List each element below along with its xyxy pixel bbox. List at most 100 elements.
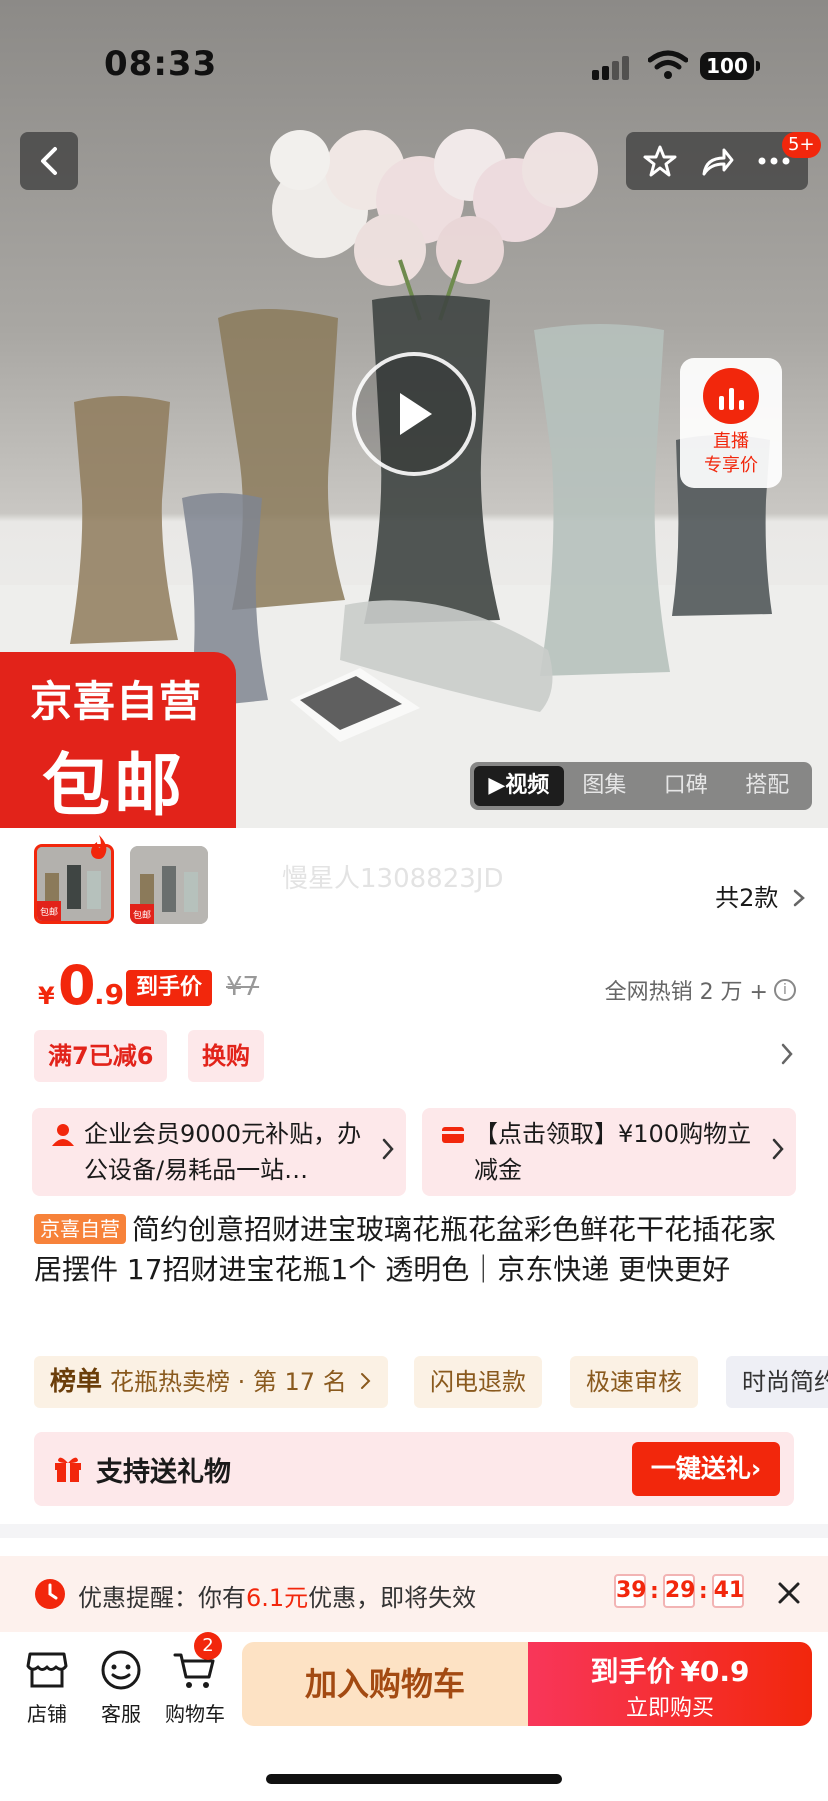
cart-count-badge: 2 <box>194 1632 222 1660</box>
nav-service-label: 客服 <box>101 1702 141 1726</box>
coupon-exchange[interactable]: 换购 <box>188 1030 264 1082</box>
tab-video[interactable]: ▶视频 <box>474 766 564 806</box>
info-icon: i <box>774 979 796 1001</box>
buy-now-button[interactable]: 到手价 ¥0.9 立即购买 <box>528 1642 812 1726</box>
gift-bar: 支持送礼物 一键送礼› <box>34 1432 794 1506</box>
price-currency: ¥ <box>38 982 55 1010</box>
live-price-label: 专享价 <box>704 455 758 476</box>
back-button[interactable] <box>20 132 78 190</box>
countdown-seconds: 41 <box>711 1574 744 1608</box>
favorite-button[interactable] <box>637 138 683 184</box>
share-icon <box>702 148 734 176</box>
final-price-tag: 到手价 <box>126 970 213 1006</box>
nav-service[interactable]: 客服 <box>86 1646 156 1727</box>
thumb-image: 包邮 <box>130 846 208 924</box>
countdown-timer: 39 : 29 : 41 <box>614 1574 744 1608</box>
variant-thumbnails: 包邮 包邮 慢星人1308823JD 共2款 <box>0 828 828 938</box>
add-to-cart-button[interactable]: 加入购物车 <box>242 1642 528 1726</box>
header-actions <box>626 132 808 190</box>
bottom-action-bar: 店铺 客服 购物车 2 加入购物车 到手价 ¥0.9 立即购买 <box>0 1632 828 1801</box>
clock-icon <box>35 1579 65 1609</box>
self-operated-badge: 京喜自营 <box>34 1214 126 1244</box>
reminder-amount: 6.1元 <box>246 1584 309 1612</box>
send-gift-button[interactable]: 一键送礼› <box>632 1442 780 1496</box>
chevron-right-icon <box>793 889 805 907</box>
battery-indicator: 100 <box>700 52 760 80</box>
share-button[interactable] <box>694 138 740 184</box>
tab-combo[interactable]: 搭配 <box>727 766 808 806</box>
card-icon <box>442 1127 464 1143</box>
wifi-icon <box>648 50 688 79</box>
section-divider <box>0 1524 828 1538</box>
reminder-suffix: 优惠，即将失效 <box>308 1584 477 1612</box>
benefit-row: 企业会员9000元补贴，办公设备/易耗品一站… 【点击领取】¥100购物立减金 <box>32 1108 796 1196</box>
benefit-enterprise-text: 企业会员9000元补贴，办公设备/易耗品一站… <box>84 1120 362 1184</box>
live-price-card[interactable]: 直播 专享价 <box>680 358 782 488</box>
price-decimal: .9 <box>94 978 125 1011</box>
store-icon <box>26 1652 68 1688</box>
variant-count[interactable]: 共2款 <box>715 878 806 913</box>
promo-free-shipping: 包邮 <box>42 747 187 826</box>
chevron-right-icon <box>772 1138 784 1160</box>
chevron-right-icon <box>781 1043 793 1065</box>
chevron-left-icon <box>41 147 57 175</box>
ranking-chip[interactable]: 榜单 花瓶热卖榜 · 第 17 名 <box>34 1356 389 1408</box>
play-video-button[interactable] <box>352 352 476 476</box>
promo-store-label: 京喜自营 <box>30 677 203 726</box>
reminder-text: 优惠提醒：你有6.1元优惠，即将失效 <box>78 1578 476 1613</box>
countdown-hours: 39 <box>614 1574 647 1608</box>
status-bar: 08:33 100 <box>0 0 828 120</box>
star-icon <box>643 145 677 177</box>
price-integer: 0 <box>58 954 96 1017</box>
media-tabs: ▶视频 图集 口碑 搭配 <box>470 762 812 810</box>
original-price: ¥7 <box>226 972 260 1002</box>
fire-icon <box>91 835 107 859</box>
benefit-voucher-text: 【点击领取】¥100购物立减金 <box>474 1120 752 1184</box>
thumb-badge-text: 包邮 <box>133 909 151 921</box>
reminder-prefix: 优惠提醒：你有 <box>78 1584 246 1612</box>
more-dots-icon <box>758 157 790 165</box>
gift-label: 支持送礼物 <box>96 1457 231 1488</box>
close-icon[interactable] <box>774 1578 804 1608</box>
tags-row: 榜单 花瓶热卖榜 · 第 17 名 闪电退款 极速审核 时尚简约 <box>34 1356 828 1410</box>
hot-sales[interactable]: 全网热销 2 万 + i <box>605 974 796 1006</box>
benefit-voucher[interactable]: 【点击领取】¥100购物立减金 <box>422 1108 796 1196</box>
benefit-enterprise[interactable]: 企业会员9000元补贴，办公设备/易耗品一站… <box>32 1108 406 1196</box>
variant-count-label: 共2款 <box>715 884 779 912</box>
chip-style[interactable]: 时尚简约 <box>726 1356 828 1408</box>
countdown-separator: : <box>650 1578 659 1604</box>
tab-reviews[interactable]: 口碑 <box>645 766 726 806</box>
countdown-separator: : <box>698 1578 708 1604</box>
chevron-right-icon: › <box>750 1454 762 1483</box>
ranking-text: 花瓶热卖榜 · 第 17 名 <box>110 1368 347 1396</box>
tab-gallery[interactable]: 图集 <box>564 766 645 806</box>
countdown-minutes: 29 <box>662 1574 695 1608</box>
buy-price-line: 到手价 ¥0.9 <box>528 1650 812 1690</box>
price-row: ¥ 0 .9 到手价 ¥7 全网热销 2 万 + i <box>36 952 796 1022</box>
chevron-right-icon <box>382 1138 394 1160</box>
variant-thumb-2[interactable]: 包邮 <box>130 846 208 924</box>
nav-cart-label: 购物车 <box>165 1702 225 1726</box>
gift-icon <box>55 1457 81 1482</box>
promo-tag: 京喜自营 包邮 <box>0 652 236 828</box>
nav-cart[interactable]: 购物车 <box>160 1646 230 1727</box>
nav-store-label: 店铺 <box>27 1702 67 1726</box>
live-icon <box>703 368 759 424</box>
person-icon <box>52 1124 74 1146</box>
coupon-row[interactable]: 满7已减6 换购 <box>34 1030 794 1084</box>
chip-fast-review[interactable]: 极速审核 <box>570 1356 698 1408</box>
home-indicator <box>266 1774 562 1784</box>
discount-reminder: 优惠提醒：你有6.1元优惠，即将失效 39 : 29 : 41 <box>0 1556 828 1632</box>
chevron-right-icon <box>361 1373 371 1389</box>
product-title-text: 简约创意招财进宝玻璃花瓶花盆彩色鲜花干花插花家居摆件 17招财进宝花瓶1个 透明… <box>34 1213 777 1286</box>
product-hero-image[interactable]: 08:33 100 5+ 直播 专享价 京喜自营 包邮 ▶视频 图集 口碑 搭配 <box>0 0 828 828</box>
nav-store[interactable]: 店铺 <box>12 1646 82 1727</box>
send-gift-label: 一键送礼 <box>650 1454 751 1483</box>
coupon-discount[interactable]: 满7已减6 <box>34 1030 168 1082</box>
status-time: 08:33 <box>104 44 218 84</box>
chip-fast-refund[interactable]: 闪电退款 <box>414 1356 542 1408</box>
buy-price-value: ¥0.9 <box>680 1655 750 1688</box>
buy-now-label: 立即购买 <box>625 1696 714 1721</box>
ranking-label: 榜单 <box>50 1367 103 1397</box>
customer-service-icon <box>101 1650 141 1690</box>
